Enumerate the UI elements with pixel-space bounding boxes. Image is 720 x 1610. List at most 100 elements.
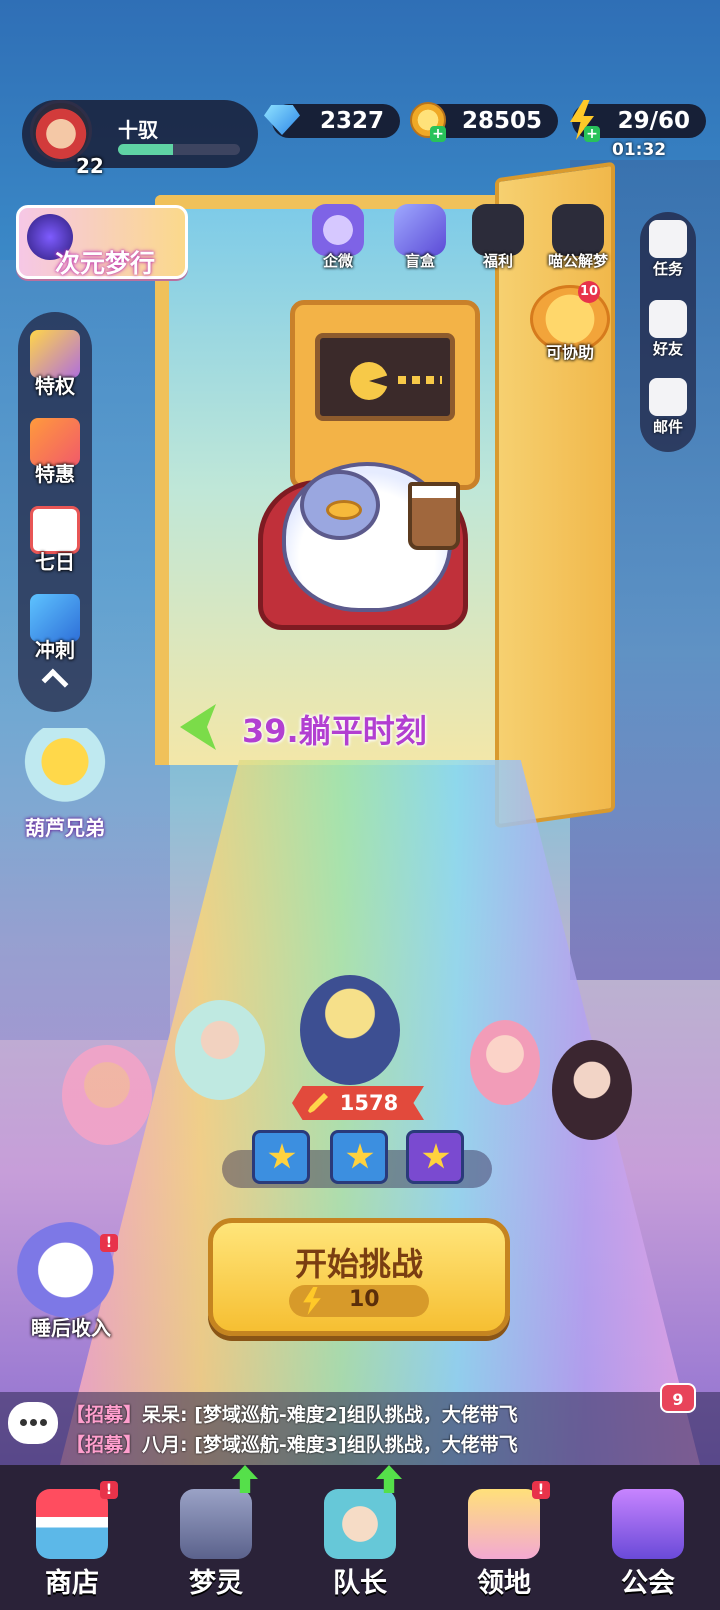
reward-box-1[interactable] (252, 1130, 310, 1184)
blindbox-button[interactable]: 盲盒 (382, 204, 458, 271)
blindbox-label: 盲盒 (404, 252, 435, 270)
right-side-menu: 任务 好友 邮件 (640, 212, 696, 452)
left-side-menu: 特权 特惠 七日 冲刺 (18, 312, 92, 712)
player-name: 十驭 (118, 118, 158, 142)
plus-icon[interactable]: + (430, 126, 446, 142)
welfare-button[interactable]: 福利 (460, 204, 536, 271)
event-banner[interactable]: 次元梦行 (16, 205, 188, 279)
sprint-label: 冲刺 (35, 638, 75, 662)
chat-tag: 【招募】 (66, 1404, 143, 1426)
upgrade-arrow-icon (232, 1465, 258, 1493)
gourd-icon (22, 728, 108, 812)
cat-icon (552, 204, 604, 256)
energy-amount: 29/60 (617, 108, 690, 134)
assist-label: 可协助 (545, 343, 594, 362)
chat-bubble-icon[interactable] (8, 1402, 58, 1444)
qiwei-label: 企微 (322, 252, 353, 270)
coin-counter[interactable]: + 28505 (410, 102, 558, 142)
arcade-screen (315, 333, 455, 421)
player-exp-fill (118, 144, 173, 155)
star-icon (422, 1143, 450, 1169)
gem-icon (262, 100, 302, 140)
captain-portrait-icon (324, 1465, 402, 1559)
nav-dream-spirit[interactable]: 梦灵 (144, 1465, 288, 1610)
seven-day-label: 七日 (35, 550, 75, 574)
energy-cost-value: 10 (349, 1287, 380, 1312)
nav-shop[interactable]: ! 商店 (0, 1465, 144, 1610)
gem-amount: 2327 (319, 108, 384, 134)
tasks-button[interactable]: 任务 (640, 220, 696, 279)
event-banner-label: 次元梦行 (55, 249, 156, 278)
start-challenge-button[interactable]: 开始挑战 10 (208, 1218, 510, 1336)
energy-counter[interactable]: + 29/60 (570, 100, 706, 142)
coin-icon: + (408, 100, 448, 142)
player-avatar[interactable] (30, 100, 92, 162)
tasks-label: 任务 (652, 260, 683, 278)
player-exp-bar (118, 144, 240, 155)
door-icon: ! (468, 1481, 550, 1559)
friends-button[interactable]: 好友 (640, 300, 696, 359)
team-character-2[interactable] (175, 1000, 265, 1100)
friends-icon (649, 300, 687, 338)
qiwei-button[interactable]: 企微 (300, 204, 376, 271)
assist-button[interactable]: 10 可协助 (522, 281, 618, 363)
privilege-label: 特权 (35, 374, 75, 398)
dream-reading-button[interactable]: 喵公解梦 (540, 204, 616, 271)
pacman-icon (350, 362, 388, 400)
arcade-dots (398, 376, 442, 384)
mail-button[interactable]: 邮件 (640, 378, 696, 437)
special-offer-label: 特惠 (35, 462, 75, 486)
team-character-1[interactable] (62, 1045, 152, 1145)
gift-box-icon (472, 204, 524, 256)
reward-box-2[interactable] (330, 1130, 388, 1184)
nav-dream-spirit-label: 梦灵 (189, 1568, 243, 1599)
shop-icon: ! (36, 1481, 118, 1559)
team-character-5[interactable] (552, 1040, 632, 1140)
team-power-value: 1578 (339, 1091, 399, 1115)
chat-text: 呆呆: [梦域巡航-难度2]组队挑战，大佬带飞 (142, 1404, 518, 1426)
start-challenge-label: 开始挑战 (294, 1245, 423, 1283)
arcade-robot-icon (180, 1465, 258, 1559)
chat-text: 八月: [梦域巡航-难度3]组队挑战，大佬带飞 (142, 1434, 518, 1456)
nav-guild[interactable]: 公会 (576, 1465, 720, 1610)
star-icon (268, 1143, 296, 1169)
reward-box-3[interactable] (406, 1130, 464, 1184)
sleep-income-alert-badge: ! (100, 1234, 118, 1252)
special-offer-button[interactable]: 特惠 (18, 418, 92, 487)
bottom-navigation: ! 商店 梦灵 队长 ! 领地 公会 (0, 1465, 720, 1610)
card-star-icon (394, 204, 446, 256)
player-level: 22 (76, 154, 104, 178)
coin-amount: 28505 (461, 108, 542, 134)
hulu-brothers-button[interactable]: 葫芦兄弟 (10, 728, 120, 841)
chat-tag: 【招募】 (66, 1434, 143, 1456)
dream-reading-label: 喵公解梦 (547, 252, 608, 270)
team-power-badge: 1578 (292, 1086, 424, 1120)
nav-territory[interactable]: ! 领地 (432, 1465, 576, 1610)
team-character-4[interactable] (470, 1020, 540, 1105)
chat-unread-badge: 9 (660, 1383, 696, 1413)
mail-label: 邮件 (652, 418, 683, 436)
privilege-button[interactable]: 特权 (18, 330, 92, 399)
chevron-up-icon[interactable] (41, 668, 69, 696)
nav-captain-label: 队长 (333, 1568, 387, 1599)
chat-message[interactable]: 【招募】呆呆: [梦域巡航-难度2]组队挑战，大佬带飞 (66, 1400, 518, 1427)
shop-alert-badge: ! (100, 1481, 118, 1499)
energy-bolt-icon (303, 1287, 321, 1315)
nav-captain[interactable]: 队长 (288, 1465, 432, 1610)
upgrade-arrow-icon (376, 1465, 402, 1493)
sleep-income-button[interactable]: ! 睡后收入 (6, 1222, 136, 1341)
mail-icon (649, 378, 687, 416)
chat-message[interactable]: 【招募】八月: [梦域巡航-难度3]组队挑战，大佬带飞 (66, 1430, 518, 1457)
sprint-button[interactable]: 冲刺 (18, 594, 92, 663)
guild-trophy-icon (612, 1489, 684, 1559)
gift-icon (312, 204, 364, 256)
territory-alert-badge: ! (532, 1481, 550, 1499)
penguin-beak (326, 500, 362, 520)
gem-counter[interactable]: 2327 (264, 104, 400, 138)
plus-icon[interactable]: + (584, 126, 600, 142)
friends-label: 好友 (652, 340, 683, 358)
bubble-tea-cup (408, 482, 460, 550)
assist-count-badge: 10 (578, 281, 600, 303)
team-character-3[interactable] (300, 975, 400, 1085)
seven-day-button[interactable]: 七日 (18, 506, 92, 575)
